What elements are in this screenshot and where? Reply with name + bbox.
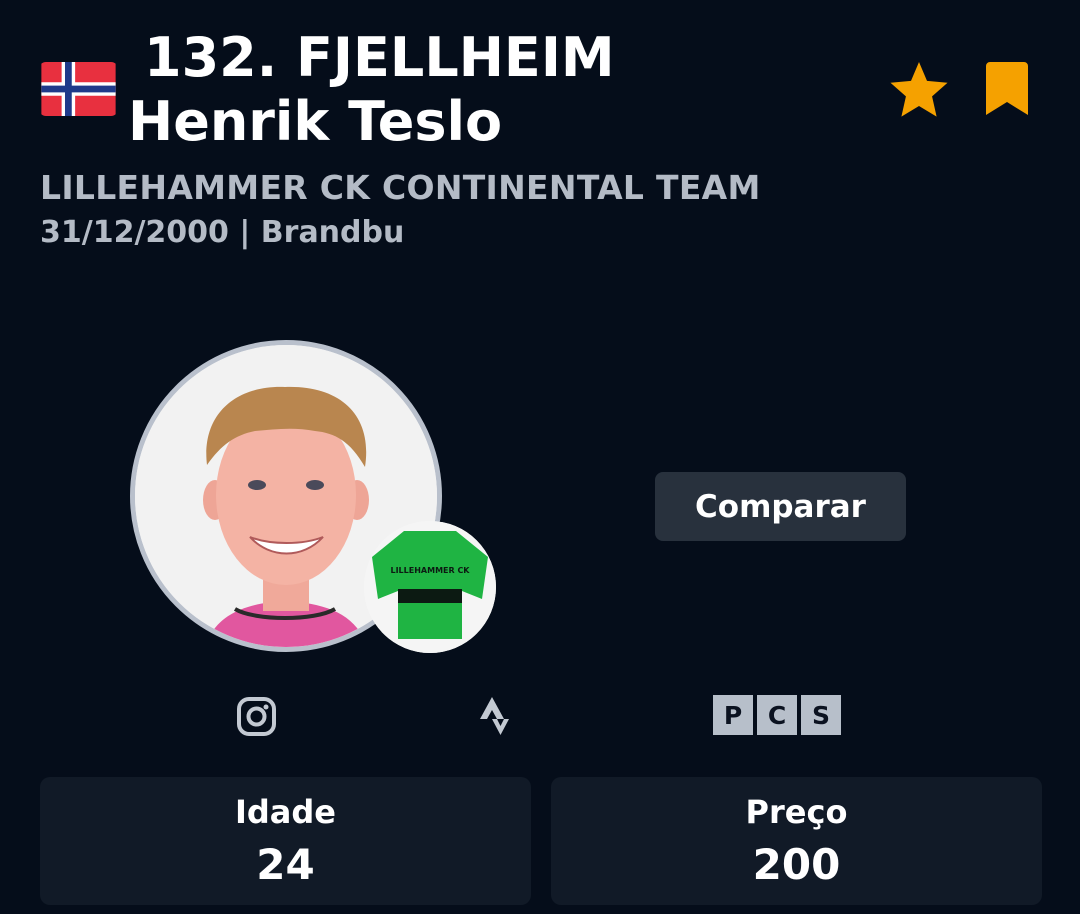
- team-name: LILLEHAMMER CK CONTINENTAL TEAM: [40, 168, 761, 207]
- age-label: Idade: [234, 793, 336, 831]
- rider-title: 132. FJELLHEIM Henrik Teslo: [128, 26, 828, 154]
- star-icon[interactable]: [886, 58, 952, 122]
- birthplace: Brandbu: [260, 215, 405, 250]
- strava-icon[interactable]: [480, 697, 510, 735]
- bookmark-icon[interactable]: [986, 62, 1028, 115]
- norway-flag-icon: [39, 62, 118, 116]
- pcs-letter-p: P: [713, 695, 753, 735]
- age-value: 24: [256, 840, 315, 889]
- pcs-letter-c: C: [757, 695, 797, 735]
- price-label: Preço: [745, 793, 848, 831]
- instagram-icon[interactable]: [236, 696, 277, 737]
- pcs-link[interactable]: P C S: [713, 695, 841, 735]
- price-value: 200: [752, 840, 841, 889]
- rider-number: 132.: [144, 26, 278, 89]
- price-card: Preço 200: [551, 777, 1042, 905]
- birth-date: 31/12/2000: [40, 215, 229, 250]
- age-card: Idade 24: [40, 777, 531, 905]
- jersey-text: LILLEHAMMER CK: [390, 566, 470, 575]
- meta-separator: |: [239, 215, 251, 250]
- pcs-letter-s: S: [801, 695, 841, 735]
- compare-button[interactable]: Comparar: [655, 472, 906, 541]
- rider-meta: 31/12/2000 | Brandbu: [40, 215, 404, 250]
- team-jersey-icon: LILLEHAMMER CK: [364, 521, 496, 653]
